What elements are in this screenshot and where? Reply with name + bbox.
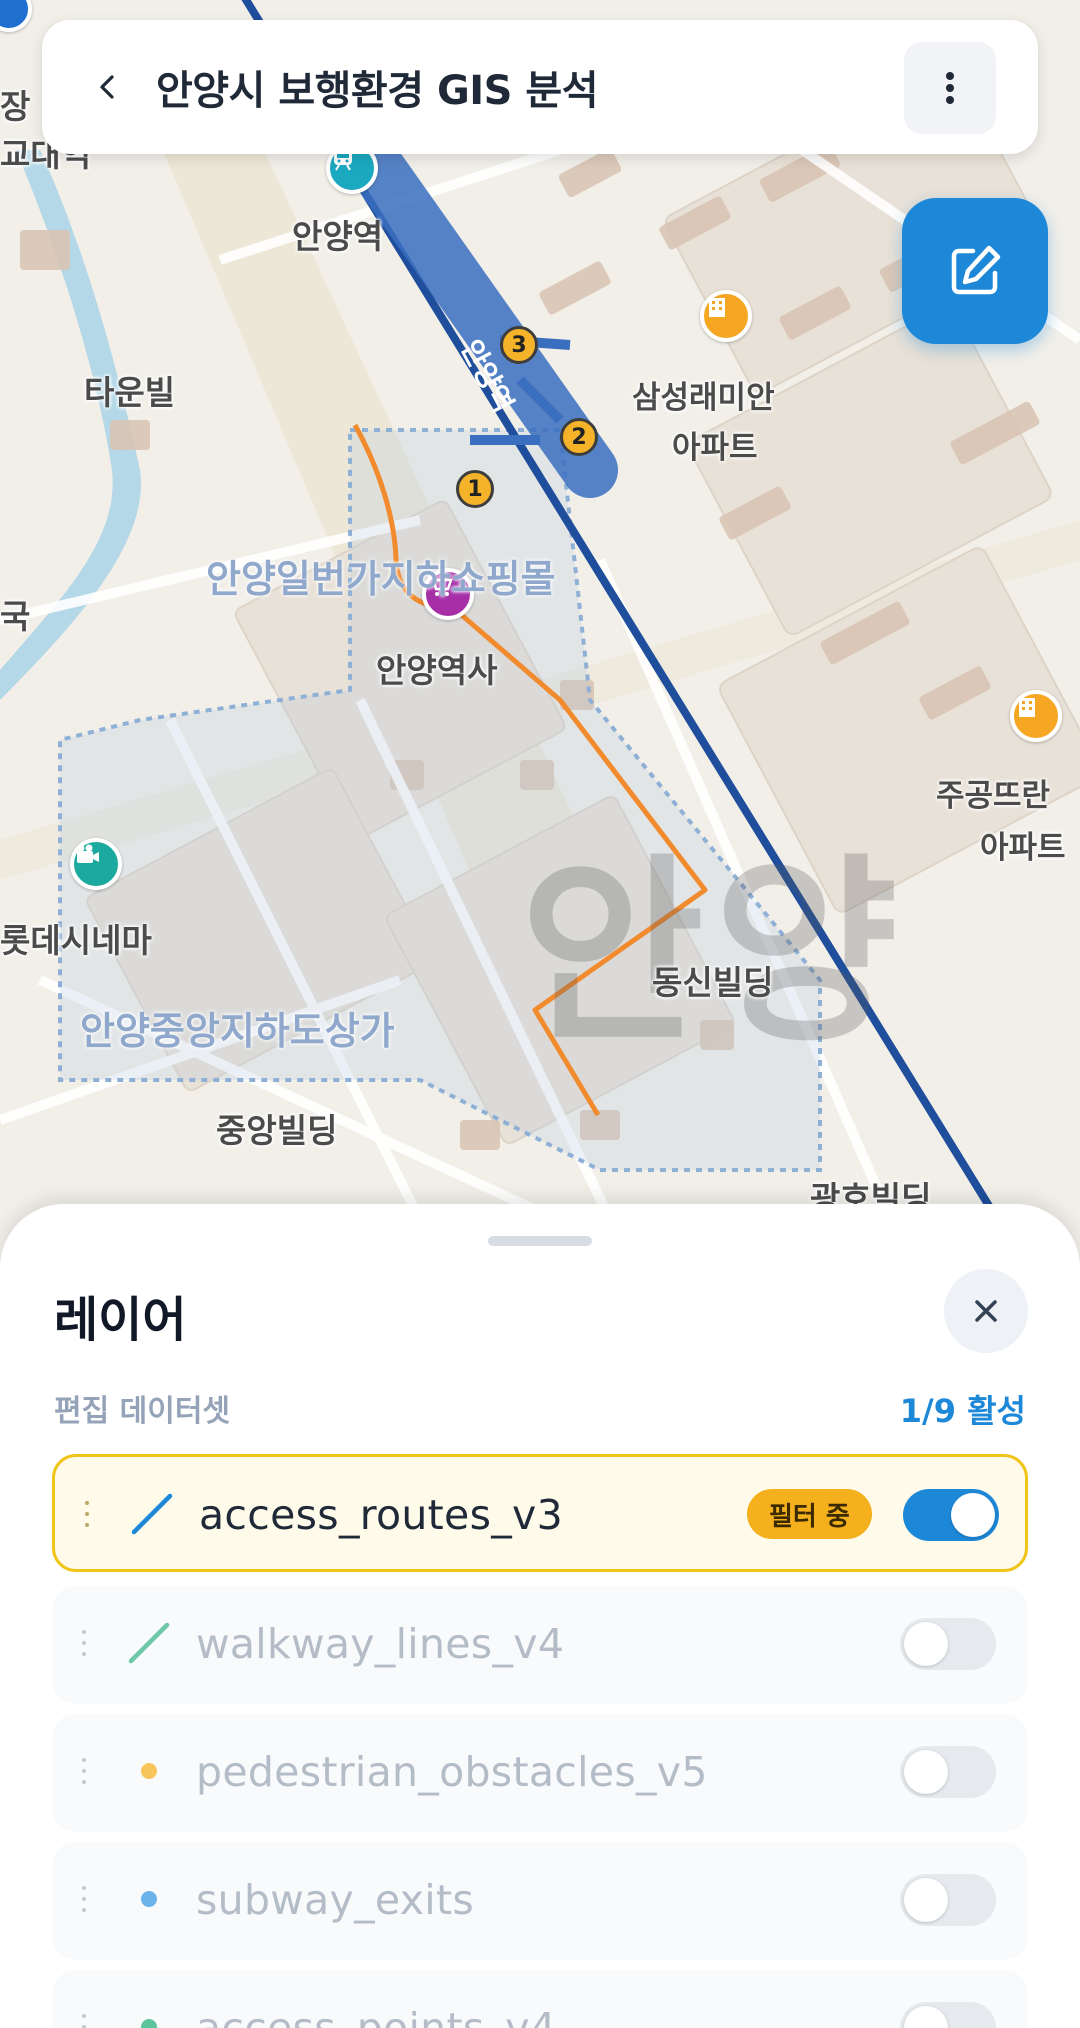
- lotte-cinema-label: 롯데시네마: [0, 921, 152, 960]
- drag-handle-icon[interactable]: [80, 2014, 88, 2028]
- cinema-icon[interactable]: [70, 838, 122, 890]
- drag-handle-icon[interactable]: [80, 1758, 88, 1784]
- top-left-label-1: 장: [0, 87, 31, 126]
- layer-visibility-toggle[interactable]: [900, 2002, 996, 2028]
- layer-row-pedestrian-obstacles[interactable]: pedestrian_obstacles_v5: [52, 1714, 1028, 1832]
- layer-name: walkway_lines_v4: [196, 1620, 565, 1668]
- close-sheet-button[interactable]: [944, 1269, 1028, 1353]
- line-layer-icon: [124, 1618, 174, 1668]
- layer-name: access_routes_v3: [199, 1491, 563, 1539]
- apartment-poi-icon[interactable]: [1010, 690, 1062, 742]
- edit-fab-button[interactable]: [902, 198, 1048, 344]
- more-vertical-icon: [946, 72, 954, 104]
- jugong-label-1: 주공뜨란: [936, 778, 1051, 814]
- anyang-station-label: 안양역: [292, 217, 384, 256]
- townville-label: 타운빌: [84, 373, 176, 412]
- raemian-label-1: 삼성래미안: [632, 380, 775, 416]
- layer-visibility-toggle[interactable]: [900, 1618, 996, 1670]
- raemian-label-2: 아파트: [672, 430, 758, 466]
- top-app-bar: 안양시 보행환경 GIS 분석: [42, 20, 1038, 154]
- layer-name: pedestrian_obstacles_v5: [196, 1748, 708, 1796]
- exit-3-badge[interactable]: 3: [500, 326, 538, 364]
- layer-row-access-routes[interactable]: access_routes_v3 필터 중: [52, 1454, 1028, 1572]
- toggle-knob: [904, 1878, 948, 1922]
- central-underground-label: 안양중앙지하도상가: [80, 1009, 395, 1053]
- station-building-label: 안양역사: [376, 651, 498, 690]
- filter-status-badge: 필터 중: [747, 1489, 872, 1539]
- dongsin-building-label: 동신빌딩: [652, 963, 774, 1002]
- layer-visibility-toggle[interactable]: [900, 1746, 996, 1798]
- drag-handle-icon[interactable]: [80, 1886, 88, 1912]
- layer-row-access-points[interactable]: access_points_v4: [52, 1970, 1028, 2028]
- exit-1-badge[interactable]: 1: [456, 470, 494, 508]
- close-icon: [975, 1300, 997, 1322]
- toggle-knob: [904, 1750, 948, 1794]
- edit-square-icon: [951, 245, 1001, 295]
- central-building-label: 중앙빌딩: [216, 1111, 338, 1150]
- layer-visibility-toggle[interactable]: [900, 1874, 996, 1926]
- sheet-drag-handle[interactable]: [488, 1236, 592, 1246]
- sheet-title: 레이어: [54, 1292, 187, 1348]
- left-edge-label: 국: [0, 597, 31, 636]
- layer-visibility-toggle[interactable]: [903, 1489, 999, 1541]
- section-label: 편집 데이터셋: [54, 1394, 231, 1429]
- point-layer-icon: [124, 1874, 174, 1924]
- layers-bottom-sheet: 레이어 편집 데이터셋 1/9 활성 access_routes_v3 필터 중…: [0, 1204, 1080, 2028]
- chevron-left-icon: [100, 75, 114, 99]
- layer-row-subway-exits[interactable]: subway_exits: [52, 1842, 1028, 1960]
- toggle-knob: [904, 1622, 948, 1666]
- back-button[interactable]: [82, 61, 134, 113]
- map-view[interactable]: 3 2 1 안양 안양역 타운빌 삼성래미안 아파트 안양일번가지하쇼핑몰 안양…: [0, 0, 1080, 1240]
- layer-name: access_points_v4: [196, 2004, 557, 2028]
- more-options-button[interactable]: [904, 42, 996, 134]
- district-watermark: 안양: [520, 837, 909, 1070]
- toggle-knob: [904, 2006, 948, 2028]
- apartment-poi-icon[interactable]: [700, 290, 752, 342]
- exit-2-badge[interactable]: 2: [560, 418, 598, 456]
- drag-handle-icon[interactable]: [83, 1501, 91, 1527]
- active-layer-count: 1/9 활성: [899, 1392, 1026, 1430]
- underground-mall-label: 안양일번가지하쇼핑몰: [206, 557, 556, 601]
- line-layer-icon: [127, 1489, 177, 1539]
- jugong-label-2: 아파트: [980, 830, 1066, 866]
- drag-handle-icon[interactable]: [80, 1630, 88, 1656]
- layer-row-walkway-lines[interactable]: walkway_lines_v4: [52, 1586, 1028, 1704]
- layer-name: subway_exits: [196, 1876, 474, 1924]
- point-layer-icon: [124, 1746, 174, 1796]
- toggle-knob: [951, 1493, 995, 1537]
- page-title: 안양시 보행환경 GIS 분석: [156, 68, 599, 114]
- point-layer-icon: [124, 2002, 174, 2028]
